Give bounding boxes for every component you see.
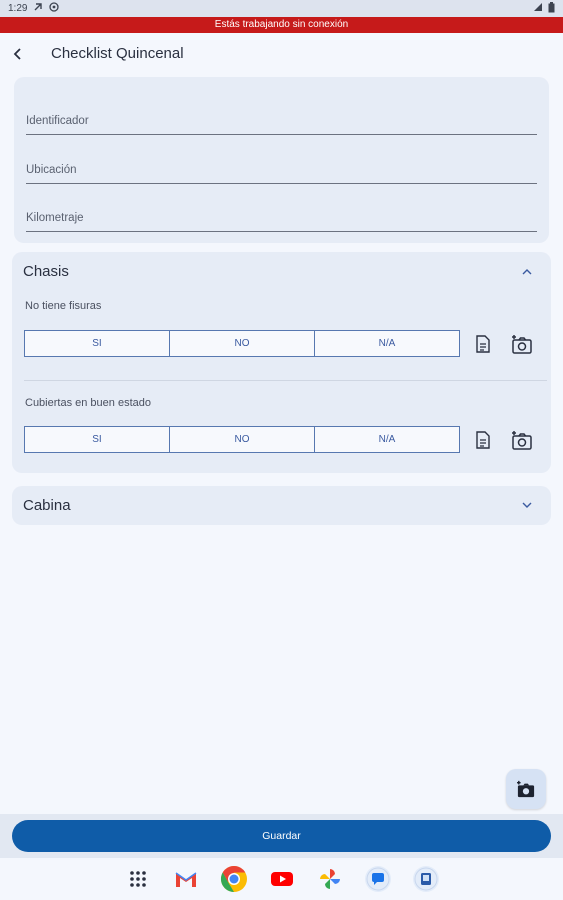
section-cabina-title: Cabina: [23, 497, 71, 514]
back-arrow-icon: [13, 48, 21, 60]
option-na[interactable]: N/A: [315, 331, 459, 356]
location-field[interactable]: Ubicación: [26, 138, 537, 184]
add-note-button[interactable]: [471, 428, 495, 452]
app-bar: Checklist Quincenal: [0, 34, 563, 74]
location-label: Ubicación: [26, 164, 77, 176]
section-chasis: Chasis No tiene fisuras SI NO N/A Cubier…: [12, 252, 551, 473]
option-no[interactable]: NO: [170, 331, 315, 356]
chevron-up-icon[interactable]: [519, 264, 535, 280]
question-label: Cubiertas en buen estado: [25, 397, 151, 409]
chevron-down-icon[interactable]: [519, 497, 535, 513]
add-note-button[interactable]: [471, 332, 495, 356]
question-divider: [24, 380, 547, 381]
identifier-label: Identificador: [26, 115, 89, 127]
add-photo-button[interactable]: [510, 332, 534, 356]
section-cabina[interactable]: Cabina: [12, 486, 551, 525]
signal-icon: [533, 2, 543, 15]
sync-icon: [49, 2, 60, 15]
document-icon: [476, 431, 490, 449]
option-na[interactable]: N/A: [315, 427, 459, 452]
page-title: Checklist Quincenal: [51, 45, 184, 62]
option-si[interactable]: SI: [25, 427, 170, 452]
identifier-field[interactable]: Identificador: [26, 89, 537, 135]
answer-selector: SI NO N/A: [24, 426, 460, 453]
battery-icon: [548, 1, 555, 16]
add-camera-icon: [517, 780, 535, 798]
mileage-label: Kilometraje: [26, 212, 84, 224]
section-chasis-title: Chasis: [23, 263, 69, 280]
youtube-icon[interactable]: [268, 865, 296, 893]
dock-bar: [0, 858, 563, 900]
status-time: 1:29: [8, 3, 28, 14]
notification-icon: [33, 2, 43, 15]
status-bar: 1:29: [0, 0, 563, 17]
apps-grid-icon[interactable]: [124, 865, 152, 893]
offline-banner: Estás trabajando sin conexión: [0, 17, 563, 33]
add-photo-button[interactable]: [510, 428, 534, 452]
mileage-field[interactable]: Kilometraje: [26, 186, 537, 232]
add-camera-icon: [512, 431, 532, 450]
vehicle-info-card: Identificador Ubicación Kilometraje: [14, 77, 549, 243]
messages-icon[interactable]: [364, 865, 392, 893]
save-button[interactable]: Guardar: [12, 820, 551, 852]
add-camera-icon: [512, 335, 532, 354]
option-si[interactable]: SI: [25, 331, 170, 356]
question-label: No tiene fisuras: [25, 300, 102, 312]
photos-icon[interactable]: [316, 865, 344, 893]
app-shortcut-icon[interactable]: [412, 865, 440, 893]
camera-fab-button[interactable]: [506, 769, 546, 809]
chrome-icon[interactable]: [220, 865, 248, 893]
document-icon: [476, 335, 490, 353]
option-no[interactable]: NO: [170, 427, 315, 452]
back-button[interactable]: [6, 42, 30, 66]
answer-selector: SI NO N/A: [24, 330, 460, 357]
gmail-icon[interactable]: [172, 865, 200, 893]
